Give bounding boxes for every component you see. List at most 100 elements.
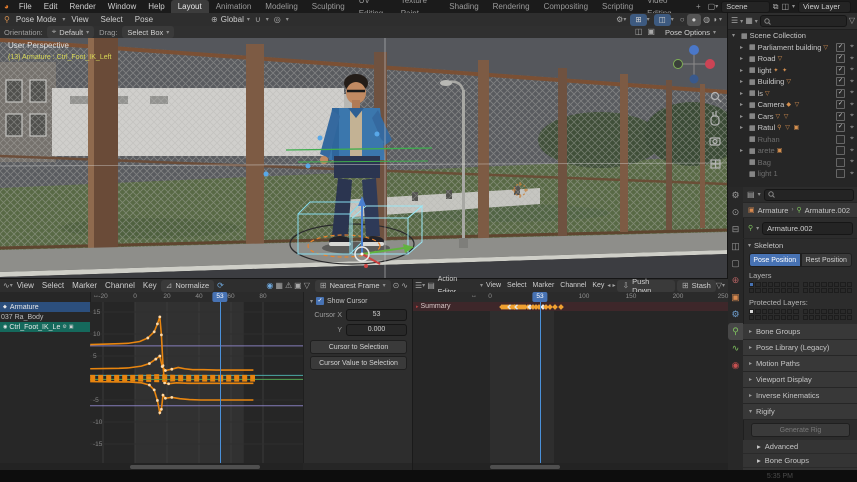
data-name-field[interactable]: Armature.002 xyxy=(762,222,853,235)
cursor-y-field[interactable]: 0.000 xyxy=(346,324,407,336)
ghost-curves-icon[interactable]: ▣ xyxy=(292,282,304,290)
properties-search-input[interactable] xyxy=(764,189,854,201)
rest-position-button[interactable]: Rest Position xyxy=(801,253,853,267)
bone-dot[interactable] xyxy=(318,136,323,141)
orientation-dropdown[interactable]: ⌖Default▾ xyxy=(47,26,94,38)
graph-filter-icon[interactable]: ▽ xyxy=(304,282,310,290)
keyframe-diamond[interactable] xyxy=(558,304,564,310)
graph-playhead[interactable] xyxy=(220,302,221,463)
fcurve-icon[interactable]: ∿ xyxy=(399,282,412,290)
outliner-row[interactable]: ▸ ▦ Building ▽ ✓ ⌖ xyxy=(728,76,857,88)
current-frame-badge[interactable]: 53 xyxy=(212,292,227,302)
graph-menu-view[interactable]: View xyxy=(13,279,38,292)
bone-dot[interactable] xyxy=(306,164,311,169)
show-hidden-icon[interactable]: ▦ xyxy=(273,282,285,290)
normalize-refresh-icon[interactable]: ⟳ xyxy=(214,282,227,290)
show-errors-icon[interactable]: ⚠ xyxy=(285,282,292,290)
workspace-tab-modeling[interactable]: Modeling xyxy=(258,0,304,13)
expand-icon[interactable]: ▸ xyxy=(740,44,747,51)
transform-orientation[interactable]: Global xyxy=(218,13,247,26)
panel-rigify[interactable]: ▾Rigify xyxy=(743,404,857,420)
expand-icon[interactable]: ▸ xyxy=(740,101,747,108)
overlays-toggle-icon[interactable]: ⊞ xyxy=(630,14,646,26)
outliner-row[interactable]: ▦ Ruhan ⌖ xyxy=(728,134,857,146)
protected-layers-grid-2[interactable] xyxy=(803,309,853,320)
xray-toggle-icon[interactable]: ◫ xyxy=(654,14,671,26)
selectability-icon[interactable]: ⌖ xyxy=(850,112,854,120)
exclude-checkbox[interactable]: ✓ xyxy=(836,77,845,86)
exclude-checkbox[interactable]: ✓ xyxy=(836,123,845,132)
expand-icon[interactable]: ▸ xyxy=(740,147,747,154)
show-cursor-checkbox[interactable]: ✓ xyxy=(316,297,324,305)
push-down-button[interactable]: ⇩Push Down xyxy=(617,280,674,292)
skeleton-panel-header[interactable]: Skeleton xyxy=(754,241,783,250)
panel-viewport-display[interactable]: ▸Viewport Display xyxy=(743,372,857,388)
next-action-icon[interactable]: ▸ xyxy=(610,283,617,289)
tab-tool-icon[interactable]: ⚙ xyxy=(728,187,743,204)
axis-x-ball[interactable] xyxy=(705,59,715,69)
expand-icon[interactable]: ▸ xyxy=(740,67,747,74)
selectability-icon[interactable]: ⌖ xyxy=(850,55,854,63)
properties-editor-icon[interactable]: ▤ xyxy=(747,191,755,199)
outliner-row[interactable]: ▦ Bag ⌖ xyxy=(728,157,857,169)
exclude-checkbox[interactable] xyxy=(836,135,845,144)
viewport-canvas[interactable]: User Perspective (13) Armature : Ctrl_Fo… xyxy=(0,38,727,278)
selectability-icon[interactable]: ⌖ xyxy=(850,78,854,86)
outliner-display-mode-icon[interactable]: ▦ xyxy=(745,17,753,25)
panel-motion-paths[interactable]: ▸Motion Paths xyxy=(743,356,857,372)
snap-dropdown[interactable]: ⊞Nearest Frame▾ xyxy=(315,280,391,292)
visibility-icon[interactable]: ◉ xyxy=(3,324,7,330)
tab-scene-icon[interactable]: ▢ xyxy=(728,255,743,272)
selectability-icon[interactable]: ⌖ xyxy=(850,43,854,51)
workspace-tab-rendering[interactable]: Rendering xyxy=(486,0,537,13)
selectability-icon[interactable]: ⌖ xyxy=(850,89,854,97)
channel-armature[interactable]: ◆Armature xyxy=(0,302,90,312)
viewport-menu-pose[interactable]: Pose xyxy=(129,13,159,26)
preview-range-icon[interactable]: ↔ xyxy=(471,293,477,299)
current-frame-badge[interactable]: 53 xyxy=(532,292,547,302)
shading-rendered-icon[interactable]: ◑ xyxy=(710,16,719,24)
outliner-row[interactable]: ▸ ▦ Cars ▽ ▽ ✓ ⌖ xyxy=(728,111,857,123)
channel-action[interactable]: 037 Ra_Body xyxy=(0,312,90,322)
graph-editor-icon[interactable]: ∿ xyxy=(0,282,10,290)
mode-selector[interactable]: Pose Mode xyxy=(10,13,62,26)
viewport-menu-select[interactable]: Select xyxy=(95,13,129,26)
axis-neg-ball[interactable] xyxy=(690,75,699,84)
dope-menu-marker[interactable]: Marker xyxy=(530,279,558,292)
breadcrumb-object[interactable]: Armature xyxy=(758,206,789,215)
workspace-tab-layout[interactable]: Layout xyxy=(171,0,209,13)
menu-render[interactable]: Render xyxy=(64,0,102,13)
generate-rig-button[interactable]: Generate Rig xyxy=(751,423,850,437)
outliner-row[interactable]: ▸ ▦ Ratul ⚲ ▽ ▣ ✓ ⌖ xyxy=(728,122,857,134)
stash-button[interactable]: ⊞Stash xyxy=(677,280,716,292)
bone-dot[interactable] xyxy=(264,172,269,177)
outliner-filter-icon[interactable]: ▽ xyxy=(849,17,855,25)
summary-keyframes[interactable] xyxy=(413,302,728,311)
options-icon-a[interactable]: ◫ xyxy=(635,28,643,36)
expand-icon[interactable]: ▸ xyxy=(740,90,747,97)
dope-editor-icon[interactable]: ☰ xyxy=(413,282,422,290)
dope-menu-view[interactable]: View xyxy=(483,279,504,292)
subpanel-bone-groups[interactable]: ▸Bone Groups xyxy=(743,454,857,468)
dope-menu-select[interactable]: Select xyxy=(504,279,529,292)
dope-menu-channel[interactable]: Channel xyxy=(557,279,589,292)
expand-icon[interactable]: ▸ xyxy=(740,78,747,85)
outliner-row[interactable]: ▦ light 1 ⌖ xyxy=(728,168,857,180)
shading-wireframe-icon[interactable]: ○ xyxy=(680,16,685,24)
graph-plot[interactable]: 15105-5-10-15 xyxy=(90,302,303,463)
cursor-to-selection-button[interactable]: Cursor to Selection xyxy=(310,340,407,354)
scene-selector[interactable]: Scene xyxy=(721,1,770,13)
exclude-checkbox[interactable]: ✓ xyxy=(836,43,845,52)
outliner-row[interactable]: ▸ ▦ ls ▽ ✓ ⌖ xyxy=(728,88,857,100)
graph-menu-key[interactable]: Key xyxy=(139,279,161,292)
outliner-row-scene-collection[interactable]: ▾ ▦ Scene Collection xyxy=(728,30,857,42)
menu-help[interactable]: Help xyxy=(142,0,170,13)
exclude-checkbox[interactable] xyxy=(836,169,845,178)
menu-edit[interactable]: Edit xyxy=(38,0,64,13)
workspace-tab-sculpting[interactable]: Sculpting xyxy=(305,0,352,13)
tab-physics-icon[interactable]: ◉ xyxy=(728,357,743,374)
panel-bone-groups[interactable]: ▸Bone Groups xyxy=(743,324,857,340)
expand-icon[interactable]: ◆ xyxy=(3,304,7,310)
exclude-checkbox[interactable] xyxy=(836,158,845,167)
selectability-icon[interactable]: ⌖ xyxy=(850,66,854,74)
